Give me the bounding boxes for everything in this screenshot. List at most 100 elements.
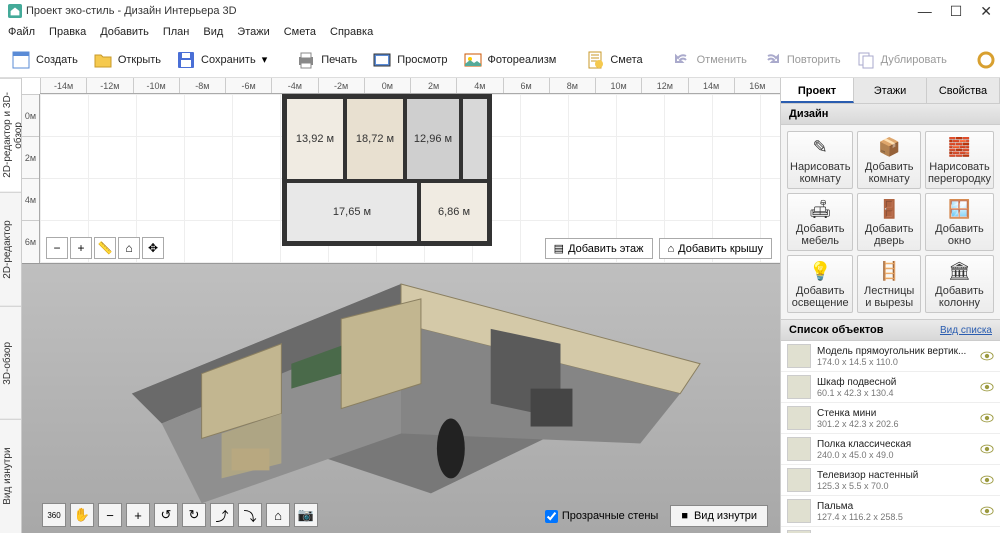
ruler-horizontal: -14м-12м-10м-8м-6м-4м-2м0м2м4м6м8м10м12м…	[40, 78, 780, 94]
rotate-360-icon[interactable]: 360	[42, 503, 66, 527]
view-3d[interactable]: 360 ✋ − + ↺ ↻ ⤴ ⤵ ⌂ 📷 Прозрачные стены ■…	[22, 264, 780, 533]
ruler-vertical: 0м2м4м6м	[22, 94, 40, 263]
turn-left-icon[interactable]: ↺	[154, 503, 178, 527]
menu-view[interactable]: Вид	[203, 26, 223, 38]
visibility-icon[interactable]	[980, 444, 994, 454]
object-item[interactable]: Стенка мини301.2 x 42.3 x 202.6	[781, 403, 1000, 434]
object-thumb	[787, 468, 811, 492]
room-1[interactable]: 13,92 м	[285, 97, 345, 181]
video-icon: ■	[681, 510, 688, 522]
inside-view-button[interactable]: ■Вид изнутри	[670, 505, 768, 527]
add-furniture-button[interactable]: 🛋Добавить мебель	[787, 193, 853, 251]
redo-button[interactable]: Повторить	[757, 47, 845, 73]
settings-button[interactable]	[971, 47, 1000, 73]
object-dimensions: 125.3 x 5.5 x 70.0	[817, 481, 974, 491]
home-3d-icon[interactable]: ⌂	[266, 503, 290, 527]
panel-tab-floors[interactable]: Этажи	[854, 78, 927, 103]
preview-button[interactable]: Просмотр	[367, 47, 451, 73]
tab-2d-editor[interactable]: 2D-редактор	[0, 192, 21, 306]
objects-list[interactable]: Модель прямоугольник вертик...174.0 x 14…	[781, 341, 1000, 533]
open-button[interactable]: Открыть	[88, 47, 165, 73]
object-name: Пальма	[817, 501, 974, 512]
room-2[interactable]: 18,72 м	[345, 97, 405, 181]
undo-button[interactable]: Отменить	[667, 47, 751, 73]
room-3b[interactable]	[461, 97, 489, 181]
menu-plan[interactable]: План	[163, 26, 190, 38]
pan-icon[interactable]: ✋	[70, 503, 94, 527]
photorealism-button[interactable]: Фотореализм	[458, 47, 561, 73]
zoom-in-2d[interactable]: +	[70, 237, 92, 259]
maximize-button[interactable]: ☐	[950, 3, 963, 20]
tab-2d-3d[interactable]: 2D-редактор и 3D-обзор	[0, 78, 21, 192]
room-4[interactable]: 17,65 м	[285, 181, 419, 243]
visibility-icon[interactable]	[980, 351, 994, 361]
column-icon: 🏛	[947, 259, 971, 283]
menu-bar: Файл Правка Добавить План Вид Этажи Смет…	[0, 22, 1000, 42]
menu-edit[interactable]: Правка	[49, 26, 86, 38]
visibility-icon[interactable]	[980, 506, 994, 516]
add-roof-button[interactable]: ⌂Добавить крышу	[659, 238, 773, 259]
zoom-out-3d[interactable]: −	[98, 503, 122, 527]
add-room-button[interactable]: 📦Добавить комнату	[857, 131, 921, 189]
app-logo-icon	[8, 4, 22, 18]
view-2d-tools: − + 📏 ⌂ ✥	[46, 237, 164, 259]
visibility-icon[interactable]	[980, 475, 994, 485]
home-2d-icon[interactable]: ⌂	[118, 237, 140, 259]
panel-tab-properties[interactable]: Свойства	[927, 78, 1000, 103]
object-item[interactable]: Пальма127.4 x 116.2 x 258.5	[781, 496, 1000, 527]
sofa-icon: 🛋	[808, 197, 832, 221]
panel-tab-project[interactable]: Проект	[781, 78, 854, 103]
floorplan[interactable]: 13,92 м 18,72 м 12,96 м 17,65 м 6,86 м	[282, 94, 492, 246]
turn-right-icon[interactable]: ↻	[182, 503, 206, 527]
stairs-button[interactable]: 🪜Лестницы и вырезы	[857, 255, 921, 313]
menu-help[interactable]: Справка	[330, 26, 373, 38]
object-item[interactable]: Картина	[781, 527, 1000, 533]
add-floor-button[interactable]: ▤Добавить этаж	[545, 238, 653, 259]
save-dropdown-icon[interactable]: ▾	[262, 53, 268, 66]
gear-icon	[975, 49, 997, 71]
object-item[interactable]: Телевизор настенный125.3 x 5.5 x 70.0	[781, 465, 1000, 496]
save-button[interactable]: Сохранить▾	[171, 47, 271, 73]
object-dimensions: 60.1 x 42.3 x 130.4	[817, 388, 974, 398]
box-icon: 📦	[877, 135, 901, 159]
visibility-icon[interactable]	[980, 382, 994, 392]
close-button[interactable]: ✕	[980, 3, 992, 20]
create-button[interactable]: Создать	[6, 47, 82, 73]
print-button[interactable]: Печать	[291, 47, 361, 73]
object-item[interactable]: Модель прямоугольник вертик...174.0 x 14…	[781, 341, 1000, 372]
tilt-up-icon[interactable]: ⤴	[210, 503, 234, 527]
tab-3d-view[interactable]: 3D-обзор	[0, 306, 21, 420]
add-window-button[interactable]: 🪟Добавить окно	[925, 193, 994, 251]
door-icon: 🚪	[877, 197, 901, 221]
duplicate-button[interactable]: Дублировать	[851, 47, 951, 73]
menu-floors[interactable]: Этажи	[237, 26, 269, 38]
visibility-icon[interactable]	[980, 413, 994, 423]
estimate-button[interactable]: Смета	[580, 47, 646, 73]
object-item[interactable]: Полка классическая240.0 x 45.0 x 49.0	[781, 434, 1000, 465]
transparent-walls-checkbox[interactable]: Прозрачные стены	[545, 510, 658, 523]
add-lighting-button[interactable]: 💡Добавить освещение	[787, 255, 853, 313]
move-2d-icon[interactable]: ✥	[142, 237, 164, 259]
view-2d[interactable]: -14м-12м-10м-8м-6м-4м-2м0м2м4м6м8м10м12м…	[22, 78, 780, 264]
menu-estimate[interactable]: Смета	[284, 26, 316, 38]
objects-view-link[interactable]: Вид списка	[940, 325, 992, 336]
object-item[interactable]: Шкаф подвесной60.1 x 42.3 x 130.4	[781, 372, 1000, 403]
add-door-button[interactable]: 🚪Добавить дверь	[857, 193, 921, 251]
add-column-button[interactable]: 🏛Добавить колонну	[925, 255, 994, 313]
zoom-out-2d[interactable]: −	[46, 237, 68, 259]
measure-icon[interactable]: 📏	[94, 237, 116, 259]
draw-room-button[interactable]: ✎Нарисовать комнату	[787, 131, 853, 189]
room-5[interactable]: 6,86 м	[419, 181, 489, 243]
minimize-button[interactable]: —	[918, 3, 932, 20]
layers-icon: ▤	[554, 242, 564, 255]
tab-inside-view[interactable]: Вид изнутри	[0, 419, 21, 533]
stairs-icon: 🪜	[877, 259, 901, 283]
menu-add[interactable]: Добавить	[100, 26, 149, 38]
zoom-in-3d[interactable]: +	[126, 503, 150, 527]
room-3[interactable]: 12,96 м	[405, 97, 461, 181]
menu-file[interactable]: Файл	[8, 26, 35, 38]
pencil-icon: ✎	[808, 135, 832, 159]
tilt-down-icon[interactable]: ⤵	[238, 503, 262, 527]
draw-partition-button[interactable]: 🧱Нарисовать перегородку	[925, 131, 994, 189]
camera-icon[interactable]: 📷	[294, 503, 318, 527]
